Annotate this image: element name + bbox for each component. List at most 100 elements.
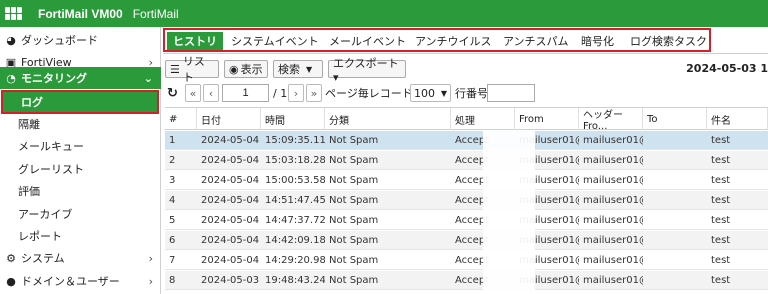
column-header-time[interactable]: 時間 — [261, 108, 325, 130]
cell-time: 14:47:37.727 — [265, 215, 325, 226]
sidebar-item-domain-user[interactable]: ● ドメイン＆ユーザー › — [0, 270, 161, 292]
view-button-label: 表示 — [240, 63, 263, 76]
tabs-highlight: ヒストリ システムイベント メールイベント アンチウイルス アンチスパム 暗号化… — [163, 28, 711, 52]
sidebar-item-mail-queue[interactable]: メールキュー — [0, 135, 161, 157]
cell-date: 2024-05-04 — [201, 155, 260, 166]
column-header-classifier[interactable]: 分類 — [325, 108, 451, 130]
cell-subject: test — [711, 135, 731, 146]
app-subtitle: FortiMail — [132, 6, 179, 21]
column-header-from[interactable]: From — [515, 108, 579, 130]
table-row[interactable]: 62024-05-0414:42:09.182Not SpamAcceptmai… — [165, 231, 768, 250]
cell-subject: test — [711, 155, 731, 166]
fortinet-grid-icon[interactable] — [5, 6, 23, 21]
table-row[interactable]: 12024-05-0415:09:35.110Not SpamAcceptmai… — [165, 131, 768, 150]
sidebar: ◕ ダッシュボード ▣ FortiView › ◔ モニタリング ⌄ ログ 隔離… — [0, 27, 161, 294]
cell-subject: test — [711, 175, 731, 186]
tab-system-event[interactable]: システムイベント — [231, 32, 319, 50]
sidebar-item-system[interactable]: ⚙ システム › — [0, 247, 161, 269]
tab-antispam[interactable]: アンチスパム — [503, 32, 569, 50]
column-header-subject[interactable]: 件名 — [707, 108, 768, 130]
cell-index: 1 — [169, 135, 176, 146]
sidebar-item-quarantine[interactable]: 隔離 — [0, 113, 161, 135]
first-page-button[interactable]: « — [185, 84, 201, 102]
column-header-index[interactable]: # — [165, 108, 197, 130]
dashboard-icon: ◕ — [6, 33, 16, 47]
gear-icon: ⚙ — [6, 251, 16, 265]
log-tabs: ヒストリ システムイベント メールイベント アンチウイルス アンチスパム 暗号化… — [163, 28, 768, 54]
row-number-input[interactable] — [487, 84, 535, 102]
table-header: # 日付 時間 分類 処理 From ヘッダー Fro... To 件名 — [165, 108, 768, 132]
cell-date: 2024-05-04 — [201, 215, 260, 226]
tab-encryption[interactable]: 暗号化 — [581, 32, 614, 50]
tab-history[interactable]: ヒストリ — [167, 32, 223, 50]
column-header-header-from[interactable]: ヘッダー Fro... — [579, 108, 643, 132]
next-page-button[interactable]: › — [288, 84, 304, 102]
cell-index: 3 — [169, 175, 176, 186]
sidebar-item-reputation[interactable]: 評価 — [0, 180, 161, 202]
cell-time: 15:03:18.286 — [265, 155, 325, 166]
column-header-action[interactable]: 処理 — [451, 108, 515, 130]
cell-date: 2024-05-04 — [201, 175, 260, 186]
tab-log-search-task[interactable]: ログ検索タスク — [630, 32, 707, 50]
cell-header-from: mailuser01@... — [583, 155, 643, 166]
cell-subject: test — [711, 275, 731, 286]
cell-classifier: Not Spam — [329, 255, 379, 266]
sidebar-item-report[interactable]: レポート — [0, 225, 161, 247]
export-button[interactable]: エクスポート ▾ — [328, 57, 406, 84]
table-row[interactable]: 52024-05-0414:47:37.727Not SpamAcceptmai… — [165, 211, 768, 230]
view-button[interactable]: ◉ 表示 — [224, 60, 268, 78]
cell-subject: test — [711, 235, 731, 246]
page-total: / 1 — [273, 86, 288, 100]
sidebar-item-greylist[interactable]: グレーリスト — [0, 158, 161, 180]
page-number-input[interactable] — [222, 84, 269, 102]
current-datetime: 2024-05-03 1 — [686, 62, 768, 75]
per-page-label: ページ毎レコード — [325, 87, 413, 100]
list-button[interactable]: ☰ リスト — [165, 55, 219, 84]
list-button-label: リスト — [182, 55, 205, 84]
toolbar: ☰ リスト ◉ 表示 検索 ▼ エクスポート ▾ 2024-05-03 1 — [165, 55, 768, 84]
chevron-down-icon: ⌄ — [143, 71, 153, 85]
sidebar-item-dashboard[interactable]: ◕ ダッシュボード — [0, 29, 161, 51]
per-page-select[interactable]: 100 ▼ — [410, 84, 451, 102]
search-button[interactable]: 検索 ▼ — [273, 60, 323, 78]
sidebar-item-monitoring[interactable]: ◔ モニタリング ⌄ — [0, 67, 161, 89]
export-button-label: エクスポート ▾ — [333, 56, 399, 84]
cell-to — [643, 131, 707, 150]
column-header-to[interactable]: To — [643, 108, 707, 130]
cell-classifier: Not Spam — [329, 215, 379, 226]
cell-classifier: Not Spam — [329, 275, 379, 286]
sidebar-item-label: モニタリング — [21, 72, 87, 85]
cell-classifier: Not Spam — [329, 155, 379, 166]
table-row[interactable]: 42024-05-0414:51:47.459Not SpamAcceptmai… — [165, 191, 768, 210]
cell-date: 2024-05-04 — [201, 195, 260, 206]
tab-mail-event[interactable]: メールイベント — [329, 32, 406, 50]
cell-subject: test — [711, 255, 731, 266]
last-page-button[interactable]: » — [306, 84, 322, 102]
sidebar-item-archive[interactable]: アーカイブ — [0, 203, 161, 225]
cell-index: 7 — [169, 255, 176, 266]
user-icon: ● — [6, 274, 16, 288]
refresh-icon[interactable]: ↻ — [167, 84, 178, 102]
cell-index: 4 — [169, 195, 176, 206]
column-header-date[interactable]: 日付 — [197, 108, 261, 130]
cell-classifier: Not Spam — [329, 195, 379, 206]
table-row[interactable]: 32024-05-0415:00:53.588Not SpamAcceptmai… — [165, 171, 768, 190]
sidebar-item-label: システム — [21, 252, 65, 265]
tab-antivirus[interactable]: アンチウイルス — [415, 32, 492, 50]
table-row[interactable]: 72024-05-0414:29:20.982Not SpamAcceptmai… — [165, 251, 768, 270]
chevron-down-icon: ▼ — [440, 88, 447, 98]
cell-header-from: mailuser01@... — [583, 195, 643, 206]
sidebar-item-label: ログ — [21, 96, 43, 109]
table-row[interactable]: 22024-05-0415:03:18.286Not SpamAcceptmai… — [165, 151, 768, 170]
cell-time: 19:48:43.244 — [265, 275, 325, 286]
search-dropdown-icon[interactable]: ▼ — [306, 65, 312, 74]
table-row[interactable]: 82024-05-0319:48:43.244Not SpamAcceptmai… — [165, 271, 768, 290]
cell-to — [643, 251, 707, 270]
sidebar-item-label: レポート — [18, 230, 62, 243]
prev-page-button[interactable]: ‹ — [203, 84, 219, 102]
cell-to — [643, 191, 707, 210]
cell-header-from: mailuser01@... — [583, 215, 643, 226]
sidebar-item-log[interactable]: ログ — [1, 90, 159, 114]
cell-date: 2024-05-03 — [201, 275, 260, 286]
sidebar-item-label: メールキュー — [18, 140, 84, 153]
